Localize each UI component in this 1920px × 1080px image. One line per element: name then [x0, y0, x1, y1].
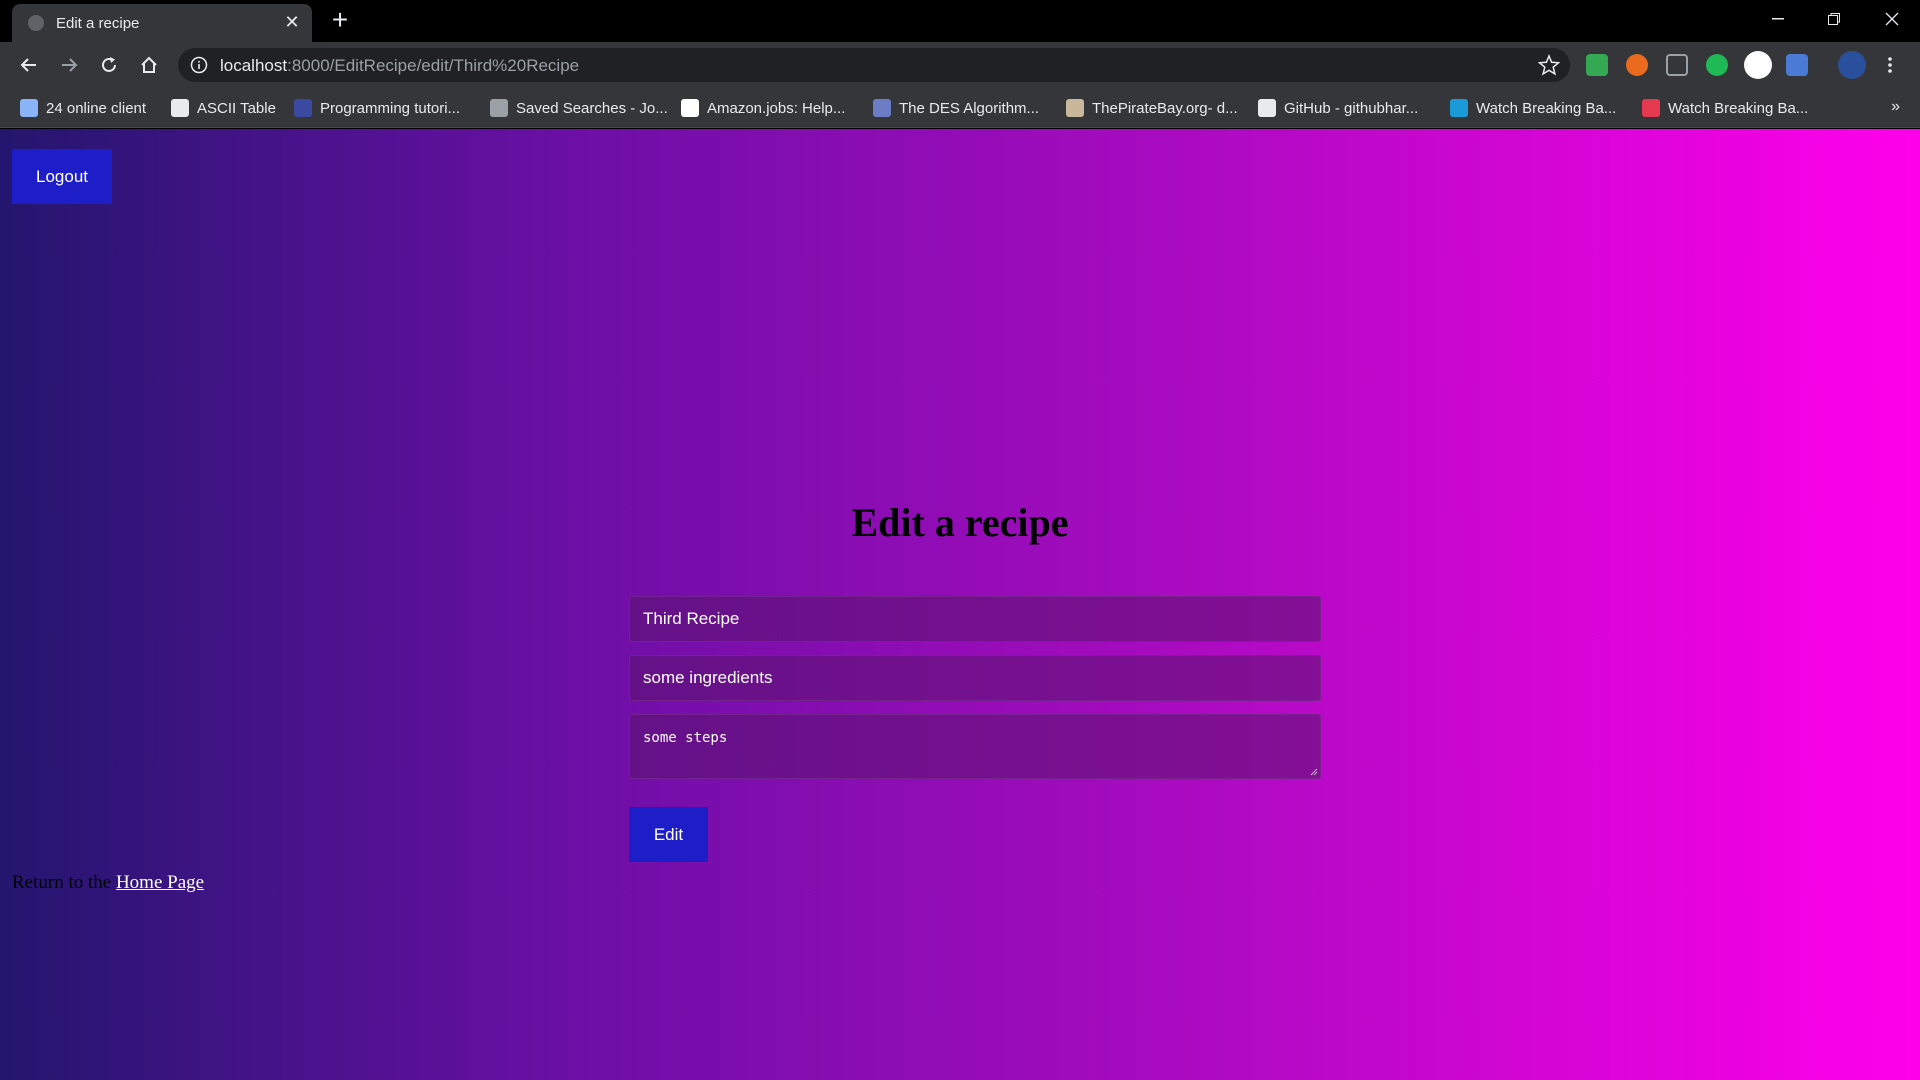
bookmark-item[interactable]: 24 online client [20, 94, 146, 122]
site-favicon-icon [294, 99, 312, 117]
steps-textarea[interactable]: some steps [629, 714, 1321, 779]
profile-avatar[interactable] [1838, 51, 1866, 79]
bookmark-item[interactable]: ThePirateBay.org- d... [1066, 94, 1238, 122]
tab-strip: Edit a recipe ✕ + [0, 0, 1920, 42]
info-icon[interactable] [190, 56, 208, 74]
tab-title: Edit a recipe [56, 15, 140, 32]
close-window-icon[interactable] [1864, 0, 1920, 38]
home-icon[interactable] [134, 50, 164, 80]
ingredients-input[interactable]: some ingredients [629, 655, 1321, 701]
back-arrow-icon[interactable] [14, 50, 44, 80]
restore-icon[interactable] [1806, 0, 1862, 38]
edit-button[interactable]: Edit [629, 807, 708, 862]
camera-extension-icon[interactable] [1786, 54, 1808, 76]
shield-extension-icon[interactable] [1586, 54, 1608, 76]
ship-icon [1066, 99, 1084, 117]
streaming-icon [1642, 99, 1660, 117]
forward-arrow-icon[interactable] [54, 50, 84, 80]
globe-icon [171, 99, 189, 117]
page-title: Edit a recipe [851, 500, 1069, 545]
chrome-extension-icon[interactable] [1744, 51, 1772, 79]
reload-icon[interactable] [94, 50, 124, 80]
minimize-icon[interactable] [1750, 0, 1806, 38]
play-icon [1450, 99, 1468, 117]
github-icon [1258, 99, 1276, 117]
amazon-icon [681, 99, 699, 117]
bookmark-item[interactable]: Watch Breaking Ba... [1642, 94, 1808, 122]
globe-icon [28, 15, 44, 31]
menu-dots-icon[interactable] [1880, 50, 1900, 80]
logout-button[interactable]: Logout [12, 149, 112, 204]
address-bar[interactable]: localhost:8000/EditRecipe/edit/Third%20R… [178, 48, 1570, 82]
bookmark-item[interactable]: GitHub - githubhar... [1258, 94, 1418, 122]
bookmark-item[interactable]: Programming tutori... [294, 94, 460, 122]
new-tab-button[interactable]: + [326, 6, 354, 34]
return-text: Return to the Home Page [12, 872, 205, 893]
apple-icon [490, 99, 508, 117]
steps-text: some steps [643, 730, 728, 746]
resize-handle-icon[interactable] [1308, 766, 1318, 776]
bookmark-item[interactable]: Saved Searches - Jo... [490, 94, 668, 122]
green-extension-icon[interactable] [1706, 54, 1728, 76]
bookmarks-overflow-button[interactable]: » [1891, 98, 1900, 116]
cloud-icon [20, 99, 38, 117]
home-page-link[interactable]: Home Page [116, 872, 204, 893]
fire-extension-icon[interactable] [1626, 54, 1648, 76]
bookmark-item[interactable]: The DES Algorithm... [873, 94, 1039, 122]
site-favicon-icon [873, 99, 891, 117]
page-content: Logout Edit a recipe Third Recipe some i… [0, 129, 1920, 1080]
bookmark-star-icon[interactable] [1538, 54, 1560, 76]
braces-extension-icon[interactable] [1666, 54, 1688, 76]
tab-close-icon[interactable]: ✕ [282, 12, 302, 32]
bookmarks-bar: 24 online client ASCII Table Programming… [0, 88, 1920, 128]
recipe-name-input[interactable]: Third Recipe [629, 596, 1321, 642]
browser-toolbar: localhost:8000/EditRecipe/edit/Third%20R… [0, 42, 1920, 88]
bookmark-item[interactable]: Amazon.jobs: Help... [681, 94, 845, 122]
url-text: localhost:8000/EditRecipe/edit/Third%20R… [220, 56, 580, 75]
bookmark-item[interactable]: ASCII Table [171, 94, 276, 122]
bookmark-item[interactable]: Watch Breaking Ba... [1450, 94, 1616, 122]
browser-tab[interactable]: Edit a recipe ✕ [12, 4, 312, 42]
